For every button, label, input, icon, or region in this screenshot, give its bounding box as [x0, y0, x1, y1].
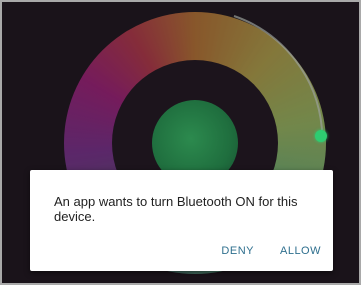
- dialog-message: An app wants to turn Bluetooth ON for th…: [54, 194, 298, 224]
- dialog-buttons: DENY ALLOW: [221, 245, 321, 257]
- brightness-handle[interactable]: [315, 130, 327, 142]
- bluetooth-permission-dialog: An app wants to turn Bluetooth ON for th…: [30, 170, 333, 271]
- allow-button[interactable]: ALLOW: [280, 245, 321, 257]
- deny-button[interactable]: DENY: [221, 245, 254, 257]
- app-screen: An app wants to turn Bluetooth ON for th…: [0, 0, 361, 285]
